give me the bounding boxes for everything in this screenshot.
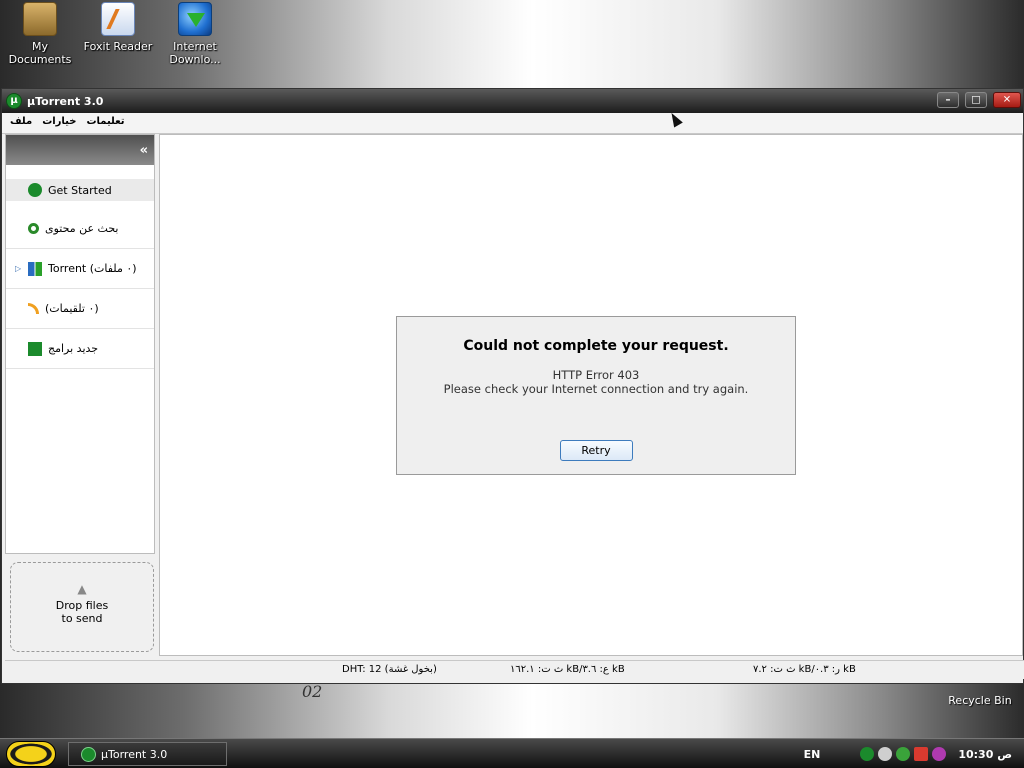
drop-files-zone[interactable]: ▲ Drop files to send	[10, 562, 154, 652]
sidebar-item-torrents[interactable]: ▷ Torrent (٠ ملفات)	[6, 249, 154, 289]
sidebar: « Get Started بحث عن محتوى ▷ Torrent (٠ …	[5, 134, 155, 554]
status-bar: DHT: 12 (بخول غشة) ث ت: ١٦٢.١ kB/ع: ٣.٦ …	[5, 660, 1024, 679]
menu-help[interactable]: تعليمات	[86, 116, 124, 127]
foxit-reader-icon	[101, 2, 135, 36]
utorrent-tray-icon[interactable]	[860, 747, 875, 761]
desktop-icon-recycle-bin[interactable]: Recycle Bin	[940, 694, 1020, 707]
taskbar: µTorrent 3.0 EN 10:30 ص	[0, 738, 1024, 768]
upload-status[interactable]: ث ت: ٧.٢ kB/ر: ٠.٣ kB	[753, 664, 856, 675]
desktop-icon-label: Recycle Bin	[948, 694, 1012, 707]
utorrent-logo-icon: µ	[6, 93, 22, 109]
download-status[interactable]: ث ت: ١٦٢.١ kB/ع: ٣.٦ kB	[510, 664, 625, 675]
maximize-button[interactable]: □	[965, 92, 987, 108]
window-title: µTorrent 3.0	[27, 94, 104, 108]
update-tray-icon[interactable]	[914, 747, 929, 761]
menu-options[interactable]: خيارات	[42, 116, 76, 127]
desktop-icon-label: My Documents	[8, 40, 72, 66]
sidebar-item-feeds[interactable]: (٠ تلقيمات)	[6, 289, 154, 329]
dropzone-text: to send	[61, 612, 103, 625]
menu-file[interactable]: ملف	[10, 116, 32, 127]
start-button[interactable]	[6, 741, 56, 767]
desktop-icon-label: Foxit Reader	[83, 40, 153, 53]
volume-tray-icon[interactable]	[878, 747, 893, 761]
internet-download-manager-icon	[178, 2, 212, 36]
error-detail: Please check your Internet connection an…	[443, 382, 749, 396]
close-icon: ✕	[1002, 94, 1012, 106]
close-button[interactable]: ✕	[993, 92, 1021, 108]
upload-arrow-icon: ▲	[77, 582, 87, 596]
sidebar-item-label: بحث عن محتوى	[45, 222, 119, 235]
sidebar-item-search[interactable]: بحث عن محتوى	[6, 209, 154, 249]
expand-arrow-icon[interactable]: ▷	[15, 264, 21, 273]
sidebar-item-get-started[interactable]: Get Started	[6, 179, 154, 201]
torrent-icon	[28, 261, 42, 276]
wallpaper-text: 02	[302, 682, 323, 701]
dropzone-text: Drop files	[55, 599, 109, 612]
desktop-icon-label: Internet Downlo...	[169, 40, 221, 66]
title-bar[interactable]: µ µTorrent 3.0 – □ ✕	[2, 89, 1023, 113]
minimize-button[interactable]: –	[937, 92, 959, 108]
desktop-icon-my-documents[interactable]: My Documents	[0, 2, 80, 66]
maximize-icon: □	[971, 94, 981, 106]
taskbar-item-label: µTorrent 3.0	[101, 747, 168, 761]
feed-icon	[28, 303, 39, 314]
error-code: HTTP Error 403	[552, 368, 640, 382]
retry-button[interactable]: Retry	[559, 440, 633, 461]
error-heading: Could not complete your request.	[463, 338, 729, 354]
desktop-icon-foxit-reader[interactable]: Foxit Reader	[78, 2, 158, 53]
utorrent-window: µ µTorrent 3.0 – □ ✕ ملف خيارات تعليمات …	[1, 88, 1024, 684]
sidebar-item-label: Torrent (٠ ملفات)	[48, 262, 137, 275]
apps-icon	[28, 341, 42, 356]
sidebar-item-apps[interactable]: جديد برامج	[6, 329, 154, 369]
collapse-sidebar-icon[interactable]: «	[140, 143, 148, 158]
folder-icon	[23, 2, 57, 36]
minimize-icon: –	[945, 94, 951, 106]
network-tray-icon[interactable]	[896, 747, 911, 761]
search-icon	[28, 223, 39, 234]
utorrent-icon	[81, 746, 96, 762]
clock[interactable]: 10:30 ص	[958, 748, 1012, 761]
desktop-icon-internet-download[interactable]: Internet Downlo...	[155, 2, 235, 66]
main-content: Could not complete your request. HTTP Er…	[159, 134, 1023, 656]
sidebar-item-label: جديد برامج	[48, 342, 99, 355]
sidebar-item-label: (٠ تلقيمات)	[45, 302, 99, 315]
dht-status[interactable]: DHT: 12 (بخول غشة)	[342, 664, 437, 675]
utorrent-icon	[28, 183, 42, 197]
sidebar-header: «	[6, 135, 154, 165]
system-tray: EN 10:30 ص	[804, 739, 1024, 768]
app-tray-icon[interactable]	[932, 747, 947, 761]
taskbar-item-utorrent[interactable]: µTorrent 3.0	[68, 742, 227, 766]
error-panel: Could not complete your request. HTTP Er…	[396, 316, 796, 475]
language-indicator[interactable]: EN	[804, 748, 821, 761]
menu-bar	[2, 113, 1023, 134]
sidebar-item-label: Get Started	[48, 183, 112, 197]
